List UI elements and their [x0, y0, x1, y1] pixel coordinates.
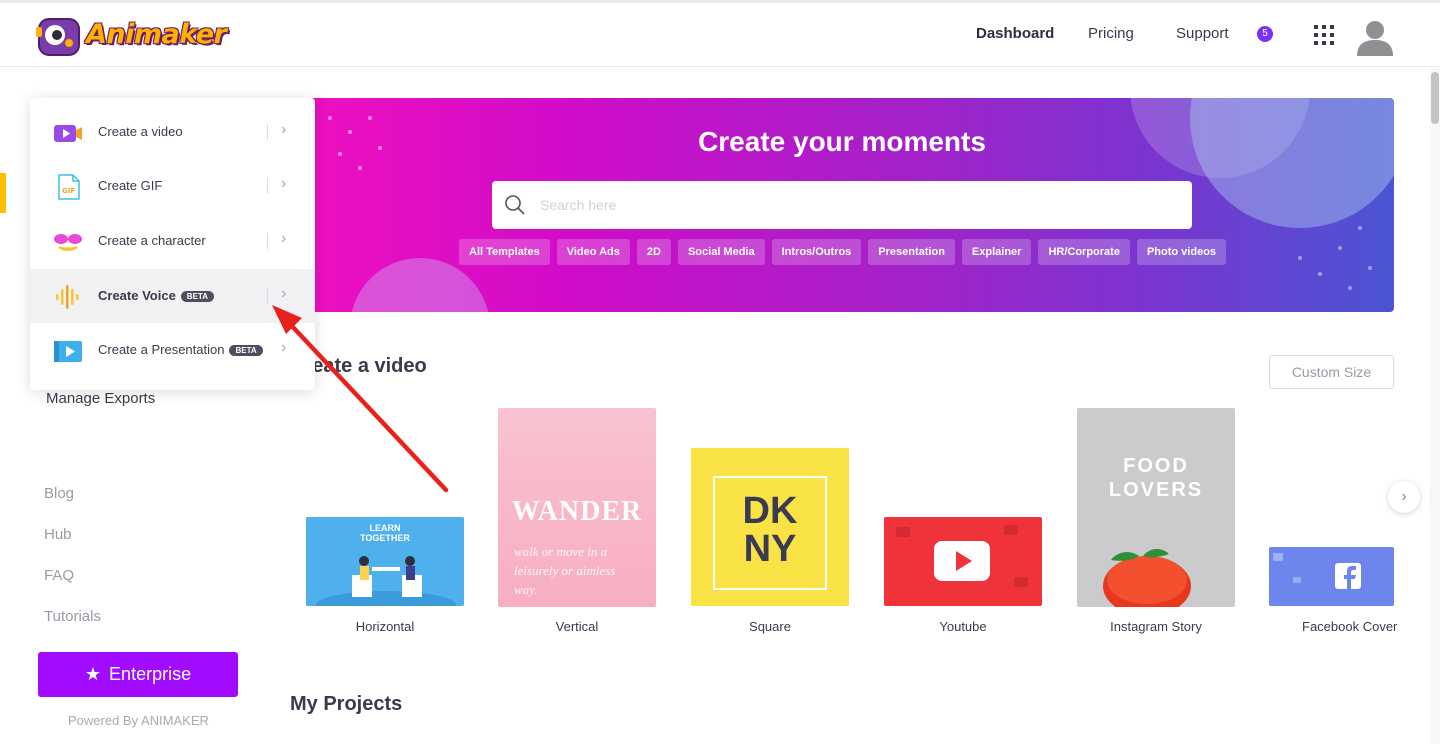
carousel-next-button[interactable]: › [1388, 481, 1420, 513]
tile-label-square[interactable]: Square [691, 619, 849, 634]
voice-waveform-icon [56, 285, 79, 309]
beta-badge: BETA [180, 291, 214, 302]
tile-label-vertical[interactable]: Vertical [498, 619, 656, 634]
top-header: Animaker Dashboard Pricing Support 5 [0, 3, 1440, 67]
powered-by-text: Powered By ANIMAKER [68, 713, 209, 728]
menu-item-create-video[interactable]: Create a video › [30, 105, 315, 159]
create-dropdown-menu: Create a video › GIF Create GIF › Create… [30, 98, 315, 390]
nav-support[interactable]: Support [1176, 25, 1229, 42]
menu-label-create-presentation: Create a Presentation BETA [98, 342, 263, 357]
scrollbar-thumb[interactable] [1431, 72, 1439, 124]
chip-intros-outros[interactable]: Intros/Outros [771, 239, 862, 265]
presentation-icon [54, 341, 82, 362]
sidebar-link-hub[interactable]: Hub [44, 526, 72, 543]
facebook-icon [1273, 553, 1361, 589]
menu-item-create-gif[interactable]: GIF Create GIF › [30, 159, 315, 213]
youtube-play-icon [896, 525, 1028, 587]
sidebar-manage-exports[interactable]: Manage Exports [46, 390, 155, 407]
menu-item-create-presentation[interactable]: Create a Presentation BETA › [30, 323, 315, 377]
chevron-right-icon: › [281, 175, 287, 192]
chip-explainer[interactable]: Explainer [961, 239, 1032, 265]
sidebar-active-indicator [0, 173, 6, 213]
tile-label-facebook-cover[interactable]: Facebook Cover [1269, 619, 1400, 634]
template-search-box[interactable] [492, 181, 1192, 229]
video-camera-icon [54, 125, 82, 142]
horizontal-tile-text: LEARN TOGETHER [360, 523, 410, 543]
menu-label-text: Create a Presentation [98, 342, 225, 357]
menu-separator [267, 233, 268, 249]
chip-social-media[interactable]: Social Media [677, 239, 765, 265]
menu-label-create-character: Create a character [98, 233, 206, 248]
tile-horizontal[interactable]: LEARN TOGETHER [306, 517, 464, 606]
tile-instagram-story[interactable]: FOOD LOVERS [1077, 408, 1235, 607]
menu-item-create-voice[interactable]: Create Voice BETA › [30, 269, 315, 323]
sidebar-link-blog[interactable]: Blog [44, 485, 74, 502]
beta-badge: BETA [229, 345, 263, 356]
logo-text: Animaker [86, 19, 227, 50]
character-glasses-icon [54, 234, 82, 251]
menu-label-create-gif: Create GIF [98, 178, 163, 193]
hero-banner: Create your moments All Templates Video … [290, 98, 1394, 312]
tile-label-horizontal[interactable]: Horizontal [306, 619, 464, 634]
my-projects-heading: My Projects [290, 693, 403, 715]
animaker-logo[interactable]: Animaker [34, 13, 227, 61]
tomato-icon [1103, 549, 1191, 607]
user-avatar-icon[interactable] [1355, 16, 1395, 56]
banner-title: Create your moments [698, 126, 986, 157]
page-scrollbar[interactable] [1430, 68, 1440, 744]
search-icon [505, 195, 525, 215]
enterprise-label: Enterprise [109, 664, 192, 684]
menu-separator [267, 288, 268, 304]
search-input[interactable] [540, 193, 1160, 217]
chevron-right-icon: › [281, 230, 287, 247]
chevron-right-icon: › [281, 121, 287, 138]
star-icon: ★ [84, 664, 102, 684]
menu-separator [267, 178, 268, 194]
sidebar-link-faq[interactable]: FAQ [44, 567, 74, 584]
nav-dashboard[interactable]: Dashboard [976, 25, 1054, 42]
chip-2d[interactable]: 2D [636, 239, 671, 265]
vertical-tile-subtitle: walk or move in a leisurely or aimless w… [514, 544, 616, 597]
chevron-right-icon: › [281, 339, 287, 356]
tile-label-youtube[interactable]: Youtube [884, 619, 1042, 634]
chip-presentation[interactable]: Presentation [868, 239, 955, 265]
template-category-chips: All Templates Video Ads 2D Social Media … [459, 239, 1227, 265]
vertical-tile-title: WANDER [511, 496, 643, 527]
animaker-mascot-icon [36, 18, 80, 56]
menu-label-create-video: Create a video [98, 124, 183, 139]
notification-badge[interactable]: 5 [1257, 26, 1273, 42]
tile-square[interactable]: DK NY [691, 448, 849, 606]
chevron-right-icon: › [1401, 488, 1407, 505]
tile-facebook-cover[interactable] [1269, 547, 1394, 606]
menu-item-create-character[interactable]: Create a character › [30, 214, 315, 268]
custom-size-button[interactable]: Custom Size [1269, 355, 1394, 389]
chip-all-templates[interactable]: All Templates [459, 239, 550, 265]
apps-grid-icon[interactable] [1314, 25, 1334, 45]
chevron-right-icon: › [281, 285, 287, 302]
tile-vertical[interactable]: WANDER walk or move in a leisurely or ai… [498, 408, 656, 607]
enterprise-button[interactable]: ★ Enterprise [38, 652, 238, 697]
gif-file-icon: GIF [58, 174, 80, 200]
nav-pricing[interactable]: Pricing [1088, 25, 1134, 42]
menu-label-create-voice: Create Voice BETA [98, 288, 214, 303]
menu-label-text: Create Voice [98, 288, 176, 303]
square-tile-text: DK NY [742, 490, 798, 570]
svg-text:GIF: GIF [62, 187, 75, 195]
menu-separator [267, 124, 268, 140]
chip-photo-videos[interactable]: Photo videos [1136, 239, 1227, 265]
sidebar-link-tutorials[interactable]: Tutorials [44, 608, 101, 625]
tile-label-instagram-story[interactable]: Instagram Story [1077, 619, 1235, 634]
chip-hr-corporate[interactable]: HR/Corporate [1038, 239, 1130, 265]
chip-video-ads[interactable]: Video Ads [556, 239, 630, 265]
tile-youtube[interactable] [884, 517, 1042, 606]
